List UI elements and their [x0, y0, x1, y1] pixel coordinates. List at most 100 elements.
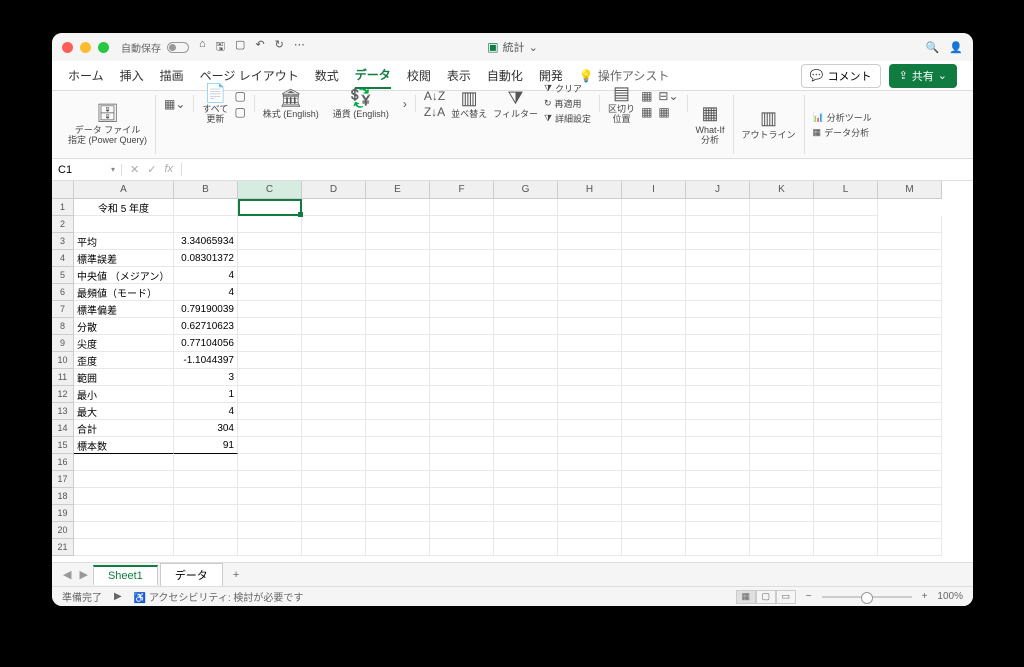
cell[interactable]: 最小: [74, 386, 174, 403]
sheet-tab-2[interactable]: データ: [160, 563, 223, 586]
cell[interactable]: [238, 284, 302, 301]
cell[interactable]: [814, 267, 878, 284]
cell[interactable]: [622, 539, 686, 556]
cell[interactable]: [878, 505, 942, 522]
cell[interactable]: 0.79190039: [174, 301, 238, 318]
cell[interactable]: [302, 335, 366, 352]
cell[interactable]: [494, 505, 558, 522]
cell[interactable]: [558, 471, 622, 488]
cell[interactable]: [622, 199, 686, 216]
row-header-10[interactable]: 10: [52, 352, 74, 369]
cell[interactable]: [750, 522, 814, 539]
refresh-all-button[interactable]: 📄 すべて 更新: [202, 83, 228, 125]
print-icon[interactable]: ▢: [235, 38, 245, 57]
cell[interactable]: [430, 488, 494, 505]
minimize-window[interactable]: [80, 42, 91, 53]
cell[interactable]: [494, 488, 558, 505]
cell[interactable]: 分散: [74, 318, 174, 335]
cell[interactable]: [366, 386, 430, 403]
cell[interactable]: [750, 454, 814, 471]
cell[interactable]: [238, 488, 302, 505]
cell[interactable]: [302, 301, 366, 318]
name-box[interactable]: C1 ▾: [52, 164, 122, 176]
row-header-17[interactable]: 17: [52, 471, 74, 488]
cell[interactable]: [494, 233, 558, 250]
cell[interactable]: [750, 216, 814, 233]
cell[interactable]: [494, 216, 558, 233]
cell[interactable]: [558, 267, 622, 284]
stocks-button[interactable]: 🏛 株式 (English): [263, 88, 319, 120]
cell[interactable]: [366, 284, 430, 301]
cell[interactable]: [238, 352, 302, 369]
cell[interactable]: [366, 233, 430, 250]
comment-button[interactable]: 💬 コメント: [801, 64, 881, 88]
add-sheet-button[interactable]: +: [225, 569, 247, 581]
sheet-nav-next[interactable]: ▶: [76, 568, 90, 581]
cell[interactable]: [238, 471, 302, 488]
cell[interactable]: [366, 199, 430, 216]
cell[interactable]: [430, 318, 494, 335]
cell[interactable]: [302, 267, 366, 284]
cell[interactable]: [430, 369, 494, 386]
cell[interactable]: [302, 352, 366, 369]
cell[interactable]: [494, 301, 558, 318]
cell[interactable]: [558, 488, 622, 505]
tab-automate[interactable]: 自動化: [487, 63, 523, 88]
cell[interactable]: [686, 437, 750, 454]
cell[interactable]: [238, 216, 302, 233]
cell[interactable]: [814, 318, 878, 335]
zoom-in[interactable]: +: [922, 591, 928, 602]
cell[interactable]: [558, 539, 622, 556]
cell[interactable]: [494, 471, 558, 488]
consolidate-icon[interactable]: ▦: [658, 105, 678, 119]
cell[interactable]: [622, 437, 686, 454]
filter-button[interactable]: ⧩ フィルター: [493, 88, 538, 120]
cell[interactable]: [74, 539, 174, 556]
row-header-12[interactable]: 12: [52, 386, 74, 403]
row-header-3[interactable]: 3: [52, 233, 74, 250]
cell[interactable]: [686, 233, 750, 250]
cell[interactable]: [74, 505, 174, 522]
sort-desc-icon[interactable]: Z↓A: [424, 105, 445, 119]
cell[interactable]: 最頻値（モード）: [74, 284, 174, 301]
cell[interactable]: [494, 386, 558, 403]
cell[interactable]: [74, 522, 174, 539]
cell[interactable]: [622, 505, 686, 522]
cell[interactable]: [750, 267, 814, 284]
row-header-19[interactable]: 19: [52, 505, 74, 522]
cell[interactable]: [302, 454, 366, 471]
fx-icon[interactable]: fx: [164, 163, 173, 176]
cell[interactable]: [366, 403, 430, 420]
cell[interactable]: [878, 454, 942, 471]
column-header-K[interactable]: K: [750, 181, 814, 199]
save-icon[interactable]: 🖫: [216, 38, 225, 57]
cell[interactable]: [878, 539, 942, 556]
cell[interactable]: [750, 250, 814, 267]
cell[interactable]: [366, 420, 430, 437]
cell[interactable]: [750, 369, 814, 386]
tab-formulas[interactable]: 数式: [315, 63, 339, 88]
cell[interactable]: [558, 454, 622, 471]
cell[interactable]: [814, 284, 878, 301]
row-header-21[interactable]: 21: [52, 539, 74, 556]
cell[interactable]: [558, 505, 622, 522]
cell[interactable]: [238, 233, 302, 250]
cell[interactable]: [494, 454, 558, 471]
cell[interactable]: [238, 199, 302, 216]
outline-button[interactable]: ▥ アウトライン: [734, 95, 805, 154]
cell[interactable]: [430, 471, 494, 488]
cell[interactable]: 範囲: [74, 369, 174, 386]
cell[interactable]: [430, 267, 494, 284]
cell[interactable]: [686, 267, 750, 284]
cell[interactable]: [494, 539, 558, 556]
sheet-nav-prev[interactable]: ◀: [60, 568, 74, 581]
cell[interactable]: [686, 420, 750, 437]
cell[interactable]: [430, 335, 494, 352]
cell[interactable]: [878, 437, 942, 454]
cell[interactable]: [366, 335, 430, 352]
cell[interactable]: [686, 250, 750, 267]
flash-fill-icon[interactable]: ▦: [641, 89, 652, 103]
cell[interactable]: [878, 284, 942, 301]
cell[interactable]: [558, 352, 622, 369]
cell[interactable]: [750, 420, 814, 437]
